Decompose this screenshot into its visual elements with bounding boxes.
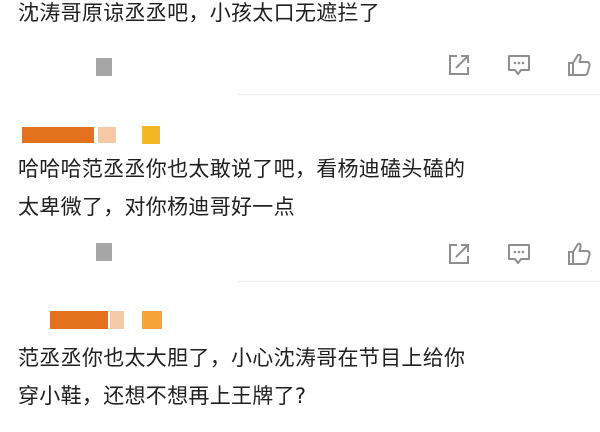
thumbs-up-icon — [568, 242, 591, 265]
comment-text-line: 哈哈哈范丞丞你也太敢说了吧，看杨迪磕头磕的 — [18, 157, 466, 181]
comment-text-line: 太卑微了，对你杨迪哥好一点 — [18, 195, 295, 219]
username-placeholder — [110, 311, 124, 329]
reply-button[interactable] — [502, 237, 536, 271]
username-placeholder — [22, 127, 94, 143]
comment-3: 范丞丞你也太大胆了，小心沈涛哥在节目上给你 穿小鞋，还想不想再上王牌了? — [0, 281, 600, 432]
like-button[interactable] — [562, 48, 596, 82]
user-badge — [142, 126, 160, 144]
comment-text-line: 沈涛哥原谅丞丞吧，小孩太口无遮拦了 — [18, 1, 381, 25]
comment-1: 沈涛哥原谅丞丞吧，小孩太口无遮拦了 — [0, 0, 600, 95]
comment-text: 哈哈哈范丞丞你也太敢说了吧，看杨迪磕头磕的 太卑微了，对你杨迪哥好一点 — [18, 150, 588, 226]
share-button[interactable] — [442, 48, 476, 82]
share-button[interactable] — [442, 237, 476, 271]
comment-2: 哈哈哈范丞丞你也太敢说了吧，看杨迪磕头磕的 太卑微了，对你杨迪哥好一点 — [0, 95, 600, 282]
comment-text-line: 范丞丞你也太大胆了，小心沈涛哥在节目上给你 — [18, 346, 466, 370]
like-button[interactable] — [562, 237, 596, 271]
comment-text-line: 穿小鞋，还想不想再上王牌了? — [18, 384, 307, 408]
comment-actions — [410, 237, 600, 271]
username-placeholder — [50, 311, 108, 329]
user-badge — [142, 311, 162, 329]
share-icon — [449, 244, 469, 264]
thumbs-up-icon — [568, 53, 591, 76]
comment-icon — [508, 244, 530, 264]
comment-meta-placeholder — [96, 243, 112, 261]
comment-text: 沈涛哥原谅丞丞吧，小孩太口无遮拦了 — [18, 0, 588, 32]
comment-actions — [410, 48, 600, 82]
comment-meta-placeholder — [96, 58, 112, 76]
username-placeholder — [98, 127, 116, 143]
reply-button[interactable] — [502, 48, 536, 82]
share-icon — [449, 55, 469, 75]
comment-text: 范丞丞你也太大胆了，小心沈涛哥在节目上给你 穿小鞋，还想不想再上王牌了? — [18, 339, 588, 415]
comment-icon — [508, 55, 530, 75]
